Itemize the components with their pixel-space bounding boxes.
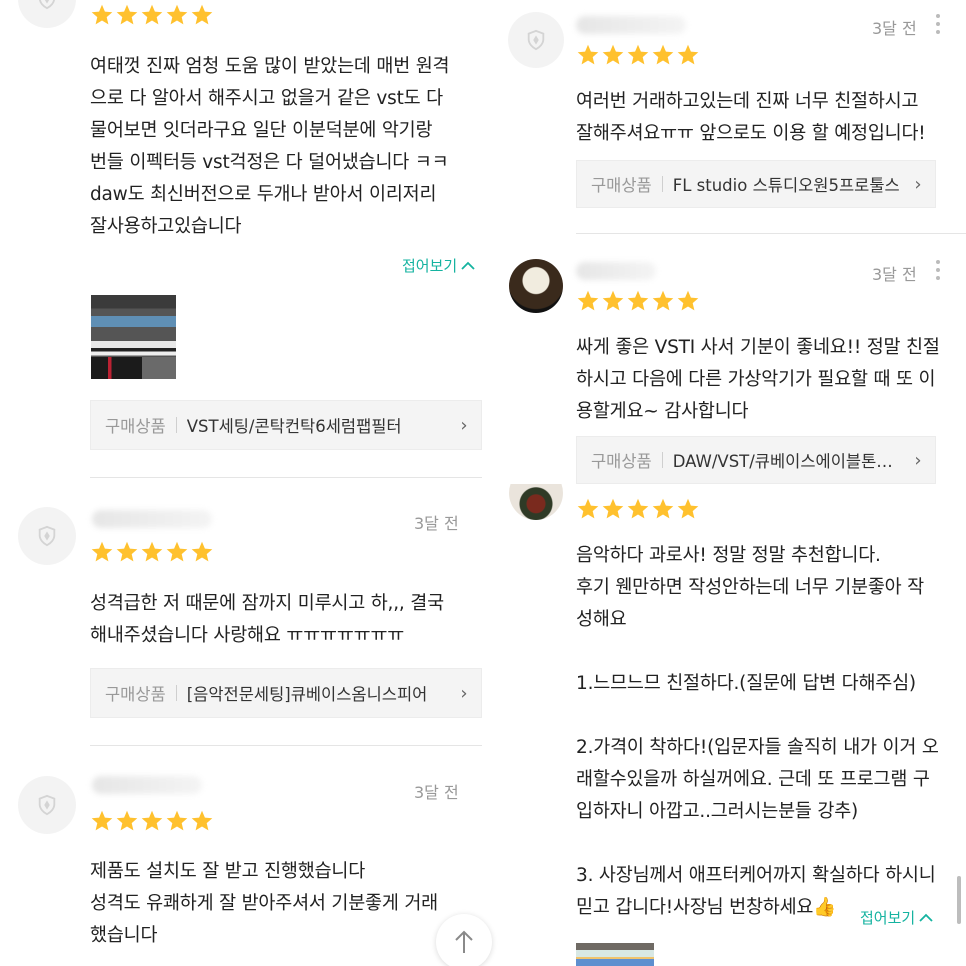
chevron-up-icon [919, 913, 933, 922]
star-icon [141, 4, 163, 25]
star-icon [116, 541, 138, 562]
review-text: 제품도 설치도 잘 받고 진행했습니다 성격도 유쾌하게 잘 받아주셔서 기분좋… [90, 861, 438, 946]
star-icon [166, 4, 188, 25]
review-text: 여러번 거래하고있는데 진짜 너무 친절하시고 잘해주셔요ㅠㅠ 앞으로도 이용 … [576, 91, 926, 144]
review-text: 여태껏 진짜 엄청 도움 많이 받았는데 매번 원격 으로 다 알아서 해주시고… [90, 56, 450, 237]
star-icon [602, 498, 624, 519]
collapse-label: 접어보기 [402, 257, 458, 275]
chevron-right-icon: › [460, 414, 468, 436]
purchased-product-link[interactable]: 구매상품 VST세팅/콘탁컨탁6세럼팹필터 › [90, 400, 482, 450]
star-icon [191, 810, 213, 831]
more-vertical-icon[interactable] [936, 260, 940, 280]
collapse-button[interactable]: 접어보기 [402, 255, 475, 276]
star-icon [91, 4, 113, 25]
chevron-right-icon: › [914, 173, 922, 195]
product-name: VST세팅/콘탁컨탁6세럼팹필터 [186, 417, 402, 436]
collapse-button[interactable]: 접어보기 [860, 907, 933, 928]
reviewer-avatar [509, 259, 563, 313]
review-divider [90, 477, 482, 478]
star-rating [90, 3, 214, 27]
star-icon [577, 290, 599, 311]
reviewer-avatar [509, 484, 563, 520]
reviewer-name-blurred [576, 262, 656, 280]
more-vertical-icon[interactable] [936, 14, 940, 34]
review-photo[interactable] [91, 295, 176, 379]
reviewer-name-blurred [92, 776, 202, 794]
star-icon [577, 498, 599, 519]
star-icon [166, 541, 188, 562]
star-icon [602, 290, 624, 311]
star-icon [652, 290, 674, 311]
star-icon [677, 44, 699, 65]
reviewer-avatar [18, 776, 76, 834]
separator [661, 176, 663, 192]
star-icon [91, 541, 113, 562]
product-name: FL studio 스튜디오원5프로툴스 [672, 176, 900, 195]
star-icon [91, 810, 113, 831]
reviewer-avatar [18, 0, 76, 28]
product-name: DAW/VST/큐베이스에이블톤로직 [672, 452, 901, 471]
star-icon [191, 4, 213, 25]
shield-icon [38, 525, 56, 547]
star-icon [652, 44, 674, 65]
review-text: 성격급한 저 때문에 잠까지 미루시고 하,,, 결국 해내주셨습니다 사랑해요… [90, 593, 444, 646]
star-icon [141, 810, 163, 831]
review-time: 3달 전 [414, 783, 459, 802]
purchased-product-link[interactable]: 구매상품 DAW/VST/큐베이스에이블톤로직 › [576, 436, 936, 484]
product-name: [음악전문세팅]큐베이스옴니스피어 [186, 685, 428, 704]
separator [661, 452, 663, 468]
star-rating [90, 540, 214, 564]
scrollbar[interactable] [957, 876, 961, 924]
star-icon [627, 44, 649, 65]
product-label: 구매상품 [105, 417, 166, 436]
star-icon [116, 810, 138, 831]
chevron-right-icon: › [460, 682, 468, 704]
purchased-product-link[interactable]: 구매상품 [음악전문세팅]큐베이스옴니스피어 › [90, 668, 482, 718]
reviewer-avatar [18, 507, 76, 565]
star-icon [602, 44, 624, 65]
reviewer-name-blurred [576, 16, 686, 34]
star-rating [576, 43, 700, 67]
review-divider [90, 745, 482, 746]
product-label: 구매상품 [105, 685, 166, 704]
star-icon [677, 290, 699, 311]
review-time: 3달 전 [872, 19, 917, 38]
star-icon [141, 541, 163, 562]
review-time: 3달 전 [414, 514, 459, 533]
reviewer-avatar [508, 12, 564, 68]
scroll-to-top-button[interactable] [436, 914, 492, 966]
shield-icon [527, 29, 545, 51]
review-time: 3달 전 [872, 265, 917, 284]
separator [175, 685, 177, 701]
star-rating [90, 809, 214, 833]
review-divider [576, 233, 966, 234]
separator [175, 417, 177, 433]
star-rating [576, 497, 700, 521]
review-photo[interactable] [576, 943, 654, 966]
reviewer-name-blurred [92, 510, 212, 528]
star-icon [627, 290, 649, 311]
chevron-right-icon: › [914, 449, 922, 471]
product-label: 구매상품 [591, 452, 652, 471]
star-icon [677, 498, 699, 519]
star-rating [576, 289, 700, 313]
star-icon [166, 810, 188, 831]
review-text: 음악하다 과로사! 정말 정말 추천합니다. 후기 웬만하면 작성안하는데 너무… [576, 545, 939, 918]
purchased-product-link[interactable]: 구매상품 FL studio 스튜디오원5프로툴스 › [576, 160, 936, 208]
star-icon [652, 498, 674, 519]
chevron-up-icon [461, 261, 475, 270]
arrow-up-icon [455, 930, 473, 953]
review-text: 싸게 좋은 VSTI 사서 기분이 좋네요!! 정말 친절 하시고 다음에 다른… [576, 337, 940, 422]
shield-icon [38, 794, 56, 816]
product-label: 구매상품 [591, 176, 652, 195]
collapse-label: 접어보기 [860, 909, 916, 927]
star-icon [627, 498, 649, 519]
shield-icon [38, 0, 56, 10]
star-icon [577, 44, 599, 65]
star-icon [191, 541, 213, 562]
star-icon [116, 4, 138, 25]
